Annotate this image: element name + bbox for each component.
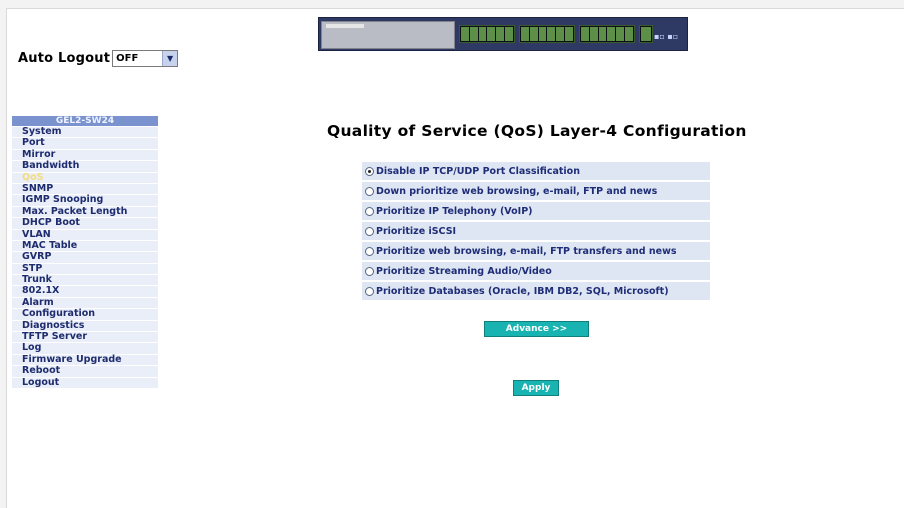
auto-logout: Auto Logout OFF ▼: [18, 50, 179, 67]
sidebar-item-snmp[interactable]: SNMP: [12, 183, 158, 195]
window-top-border: [0, 0, 904, 9]
sidebar-item-tftp-server[interactable]: TFTP Server: [12, 331, 158, 343]
auto-logout-label: Auto Logout: [18, 51, 111, 66]
sidebar-item-mirror[interactable]: Mirror: [12, 149, 158, 161]
radio-button[interactable]: [365, 186, 374, 196]
radio-button[interactable]: [365, 266, 374, 276]
sidebar-item-stp[interactable]: STP: [12, 263, 158, 275]
radio-button[interactable]: [365, 166, 374, 176]
window-left-border: [0, 8, 7, 508]
status-led-icons: ▪▫ ▪▫: [654, 32, 679, 41]
qos-option-row[interactable]: Prioritize iSCSI: [362, 222, 710, 240]
auto-logout-value: OFF: [116, 53, 139, 64]
radio-button[interactable]: [365, 206, 374, 216]
sidebar-header: GEL2-SW24: [12, 116, 158, 126]
sidebar-menu: GEL2-SW24 System Port Mirror Bandwidth QoS SN…: [12, 116, 158, 389]
qos-option-label: Prioritize Streaming Audio/Video: [376, 265, 552, 277]
qos-option-row[interactable]: Prioritize Streaming Audio/Video: [362, 262, 710, 280]
radio-button[interactable]: [365, 246, 374, 256]
chevron-down-icon[interactable]: ▼: [162, 51, 178, 66]
qos-option-row[interactable]: Down prioritize web browsing, e-mail, FT…: [362, 182, 710, 200]
sidebar-item-gvrp[interactable]: GVRP: [12, 251, 158, 263]
device-front-panel: [321, 21, 455, 49]
qos-option-row[interactable]: Disable IP TCP/UDP Port Classification: [362, 162, 710, 180]
sidebar-item-diagnostics[interactable]: Diagnostics: [12, 320, 158, 332]
radio-button[interactable]: [365, 286, 374, 296]
qos-options-list: Disable IP TCP/UDP Port Classification Do…: [362, 162, 710, 302]
sidebar-item-configuration[interactable]: Configuration: [12, 308, 158, 320]
sidebar-item-firmware-upgrade[interactable]: Firmware Upgrade: [12, 354, 158, 366]
sidebar-item-qos[interactable]: QoS: [12, 172, 158, 183]
qos-option-label: Disable IP TCP/UDP Port Classification: [376, 165, 580, 177]
qos-option-row[interactable]: Prioritize Databases (Oracle, IBM DB2, S…: [362, 282, 710, 300]
qos-option-row[interactable]: Prioritize IP Telephony (VoIP): [362, 202, 710, 220]
sidebar-item-system[interactable]: System: [12, 126, 158, 138]
qos-option-label: Prioritize IP Telephony (VoIP): [376, 205, 533, 217]
auto-logout-select[interactable]: OFF ▼: [112, 50, 179, 67]
sidebar-item-igmp-snooping[interactable]: IGMP Snooping: [12, 194, 158, 206]
sidebar-item-reboot[interactable]: Reboot: [12, 365, 158, 377]
sidebar-item-802-1x[interactable]: 802.1X: [12, 286, 158, 297]
sidebar-item-vlan[interactable]: VLAN: [12, 229, 158, 240]
sidebar-item-bandwidth[interactable]: Bandwidth: [12, 160, 158, 172]
port-group-4: [639, 25, 653, 43]
sidebar-item-logout[interactable]: Logout: [12, 377, 158, 388]
sidebar-item-dhcp-boot[interactable]: DHCP Boot: [12, 217, 158, 229]
sidebar-item-alarm[interactable]: Alarm: [12, 297, 158, 309]
advance-button[interactable]: Advance >>: [484, 321, 589, 337]
sidebar-item-trunk[interactable]: Trunk: [12, 274, 158, 286]
sidebar-item-port[interactable]: Port: [12, 137, 158, 149]
port-group-3: [579, 25, 635, 43]
qos-option-label: Down prioritize web browsing, e-mail, FT…: [376, 185, 658, 197]
apply-button[interactable]: Apply: [513, 380, 559, 396]
switch-device-image: ▪▫ ▪▫: [318, 17, 688, 51]
qos-option-label: Prioritize iSCSI: [376, 225, 457, 237]
port-group-2: [519, 25, 575, 43]
qos-option-row[interactable]: Prioritize web browsing, e-mail, FTP tra…: [362, 242, 710, 260]
qos-option-label: Prioritize Databases (Oracle, IBM DB2, S…: [376, 285, 669, 297]
port-group-1: [459, 25, 515, 43]
sidebar-item-log[interactable]: Log: [12, 343, 158, 354]
radio-button[interactable]: [365, 226, 374, 236]
page-title: Quality of Service (QoS) Layer-4 Configu…: [327, 122, 747, 140]
qos-option-label: Prioritize web browsing, e-mail, FTP tra…: [376, 245, 677, 257]
sidebar-item-max-packet-length[interactable]: Max. Packet Length: [12, 206, 158, 218]
sidebar-item-mac-table[interactable]: MAC Table: [12, 240, 158, 252]
